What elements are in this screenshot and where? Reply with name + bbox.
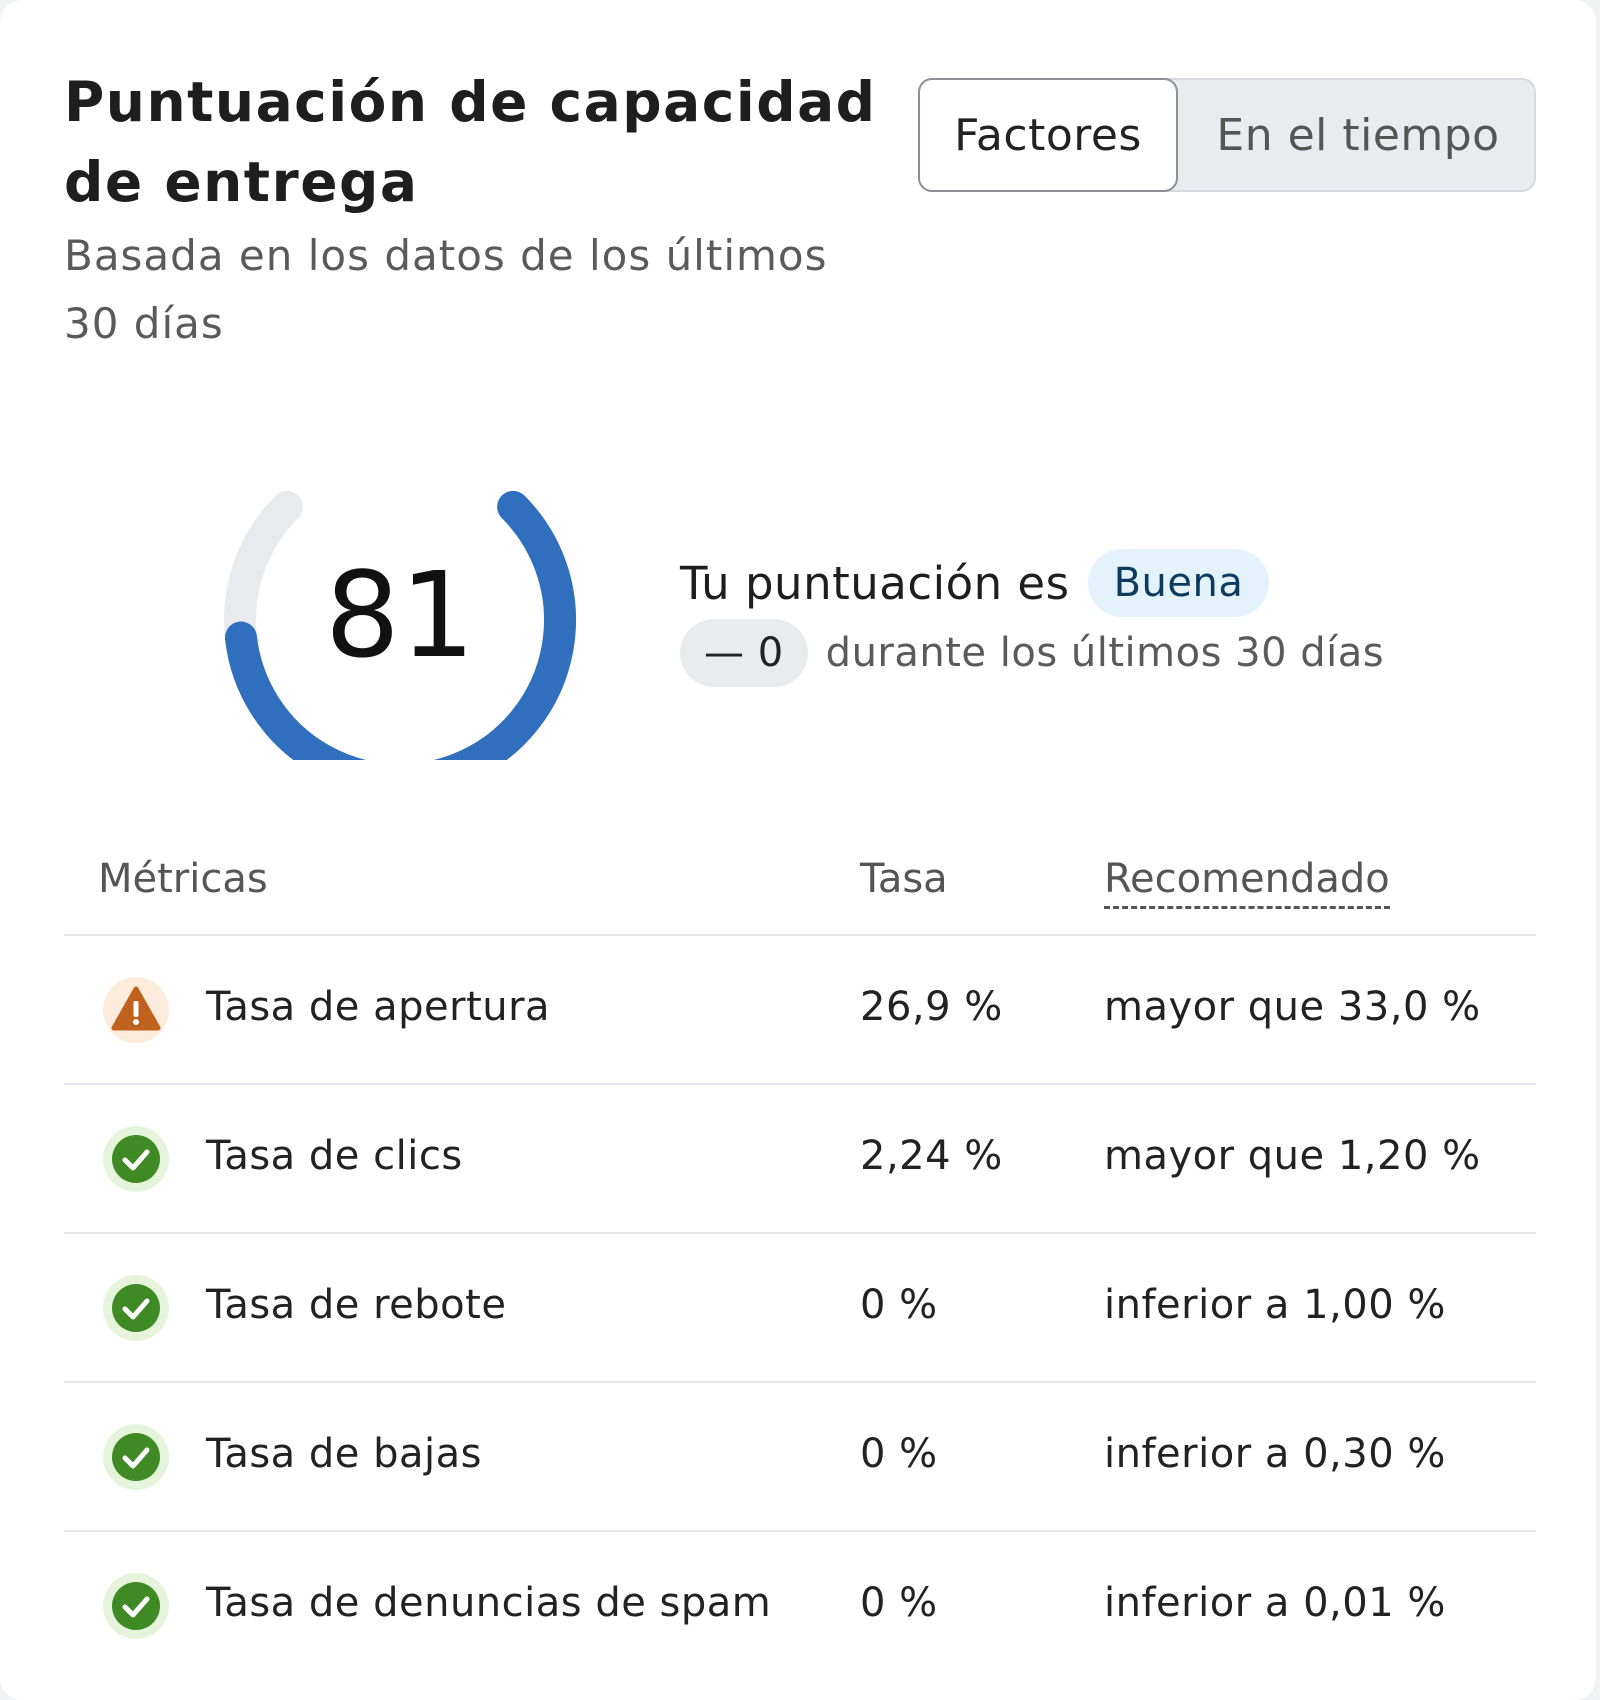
table-row: Tasa de apertura 26,9 % mayor que 33,0 %	[64, 936, 1536, 1085]
score-summary: Tu puntuación es Buena	[680, 548, 1270, 618]
score-value: 81	[324, 546, 476, 684]
check-icon	[102, 1274, 170, 1342]
metric-rate: 0 %	[860, 1580, 938, 1626]
column-header-metric: Métricas	[98, 856, 268, 902]
metric-recommended: mayor que 33,0 %	[1104, 984, 1481, 1030]
column-header-rate: Tasa	[860, 856, 948, 902]
metric-recommended: inferior a 0,30 %	[1104, 1431, 1446, 1477]
table-row: Tasa de denuncias de spam 0 % inferior a…	[64, 1532, 1536, 1679]
deliverability-card: Puntuación de capacidad de entrega Basad…	[0, 0, 1596, 1700]
column-header-recommended[interactable]: Recomendado	[1104, 856, 1390, 909]
page-subtitle: Basada en los datos de los últimos 30 dí…	[64, 231, 828, 348]
metric-name: Tasa de bajas	[206, 1431, 482, 1477]
metric-recommended: inferior a 1,00 %	[1104, 1282, 1446, 1328]
score-trend: — 0 durante los últimos 30 días	[680, 618, 1384, 688]
table-row: Tasa de rebote 0 % inferior a 1,00 %	[64, 1234, 1536, 1383]
table-row: Tasa de bajas 0 % inferior a 0,30 %	[64, 1383, 1536, 1532]
metric-name: Tasa de clics	[206, 1133, 463, 1179]
metric-name: Tasa de rebote	[206, 1282, 507, 1328]
trend-text: durante los últimos 30 días	[825, 630, 1385, 676]
metric-rate: 26,9 %	[860, 984, 1003, 1030]
metrics-table: Métricas Tasa Recomendado Tasa de apertu…	[64, 840, 1536, 1679]
toggle-over-time-button[interactable]: En el tiempo	[1182, 78, 1534, 192]
warning-icon	[102, 976, 170, 1044]
table-header: Métricas Tasa Recomendado	[64, 840, 1536, 936]
metric-recommended: mayor que 1,20 %	[1104, 1133, 1481, 1179]
metric-rate: 2,24 %	[860, 1133, 1003, 1179]
metric-name: Tasa de apertura	[206, 984, 551, 1030]
page-title: Puntuación de capacidad de entrega	[64, 70, 877, 214]
rating-badge: Buena	[1087, 549, 1270, 617]
score-label: Tu puntuación es	[680, 556, 1070, 610]
check-icon	[102, 1423, 170, 1491]
metric-rate: 0 %	[860, 1431, 938, 1477]
toggle-factores-button[interactable]: Factores	[918, 78, 1178, 192]
metric-rate: 0 %	[860, 1282, 938, 1328]
trend-pill: — 0	[680, 619, 808, 687]
metric-name: Tasa de denuncias de spam	[206, 1580, 772, 1626]
check-icon	[102, 1572, 170, 1640]
table-row: Tasa de clics 2,24 % mayor que 1,20 %	[64, 1085, 1536, 1234]
check-icon	[102, 1125, 170, 1193]
view-toggle: Factores En el tiempo	[918, 78, 1536, 192]
metric-recommended: inferior a 0,01 %	[1104, 1580, 1446, 1626]
